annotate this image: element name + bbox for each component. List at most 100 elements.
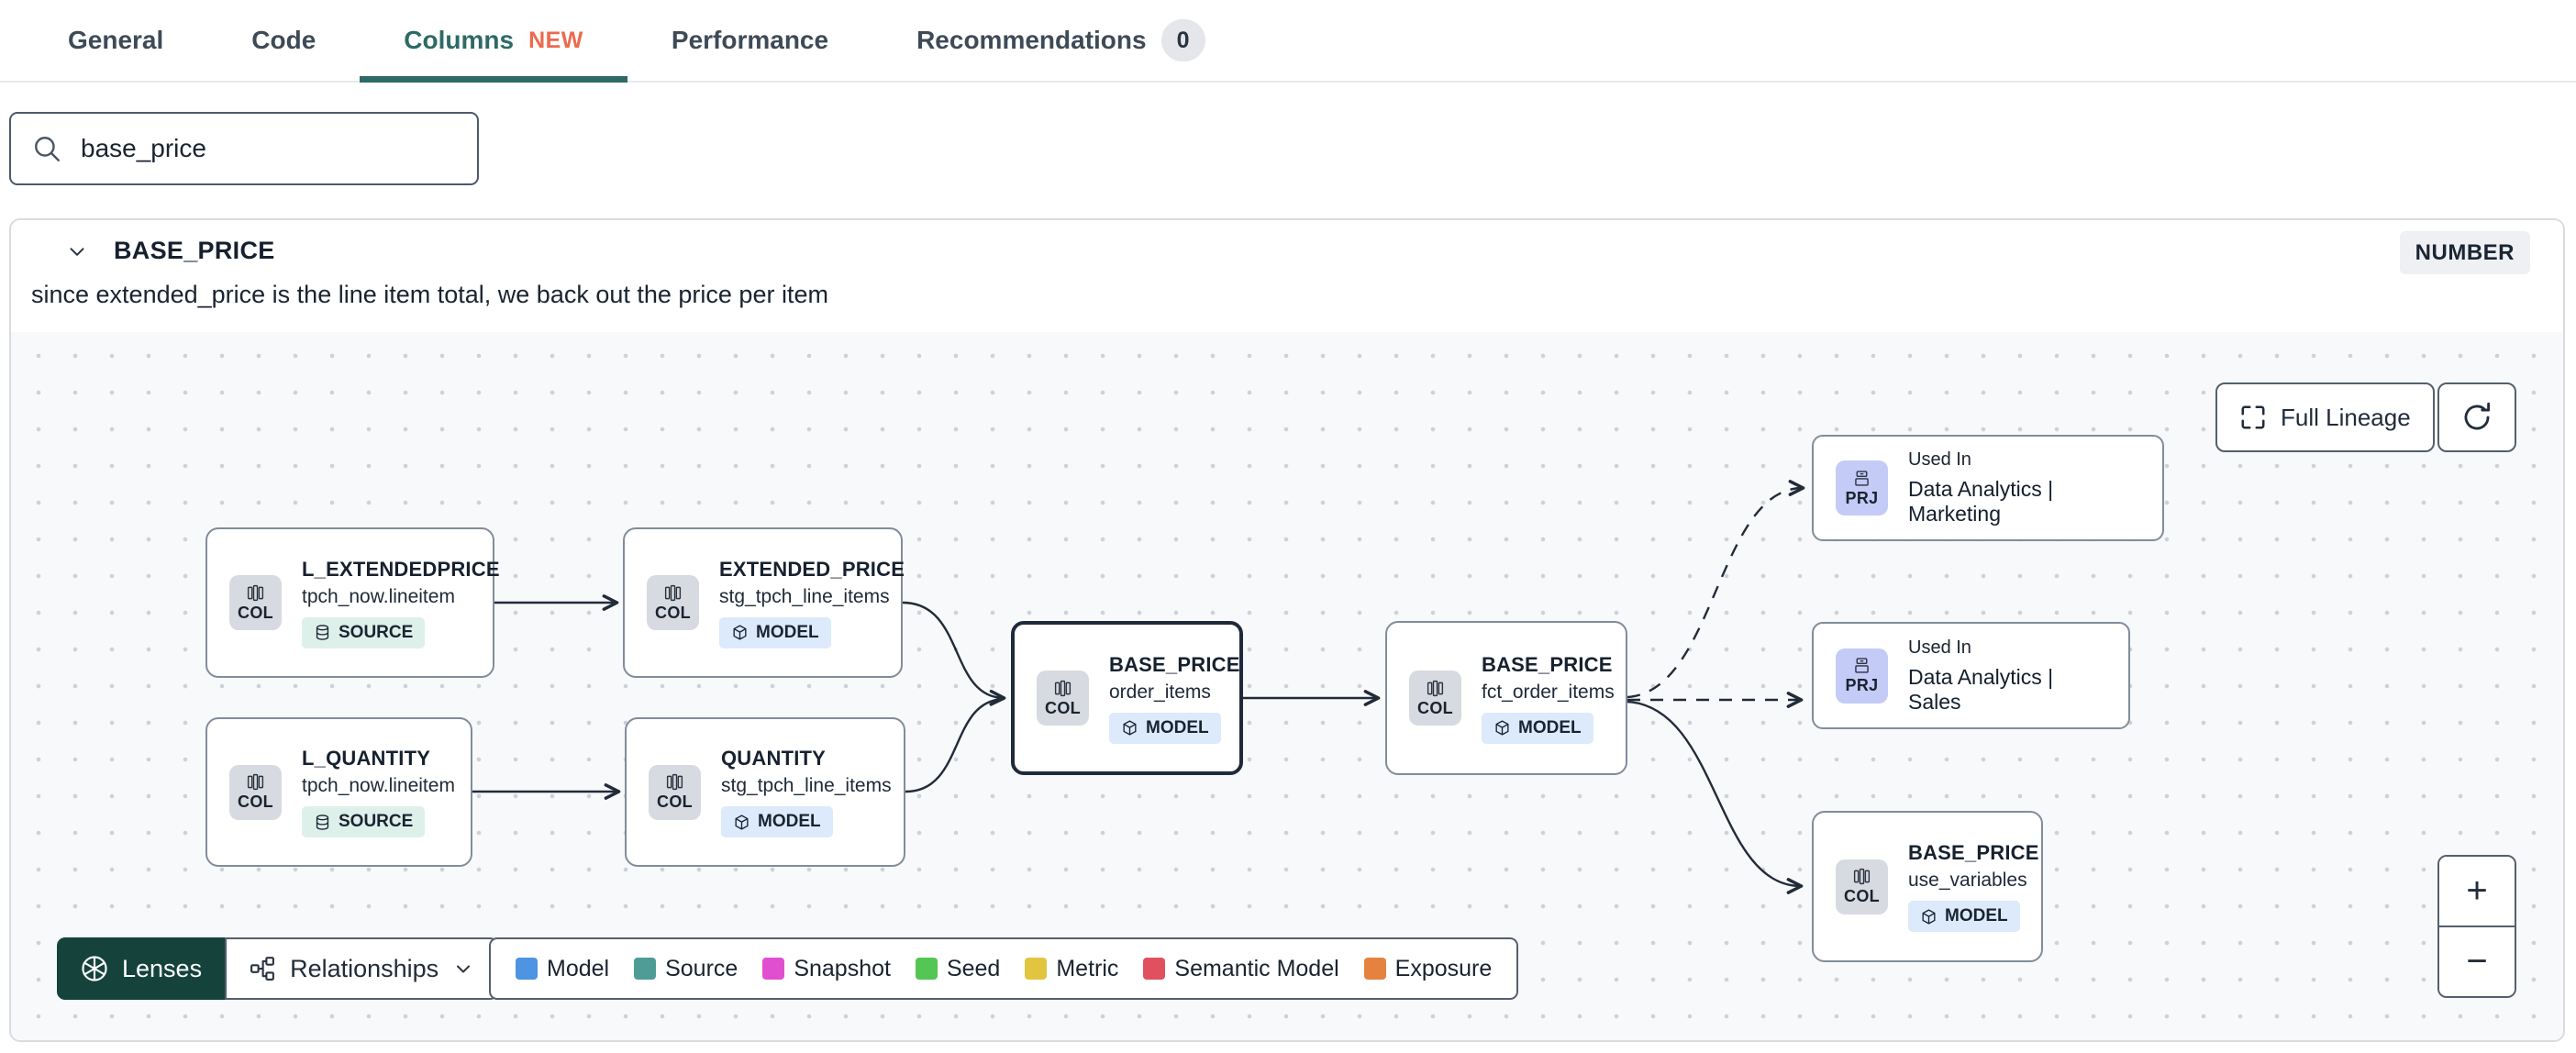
lineage-node-l-extendedprice[interactable]: COL L_EXTENDEDPRICE tpch_now.lineitem SO… [205, 527, 500, 678]
column-chip: COL [229, 764, 282, 820]
project-chip: PRJ [1836, 460, 1888, 515]
legend-item-model: Model [516, 956, 609, 982]
node-title: Data Analytics | Sales [1908, 664, 2054, 714]
search-input[interactable] [79, 133, 457, 164]
node-title: BASE_PRICE [1482, 652, 1613, 676]
column-lineage-page: { "tabs": { "general": "General", "code"… [0, 0, 2576, 1053]
tab-code[interactable]: Code [207, 0, 360, 81]
columns-icon [664, 584, 682, 601]
legend-swatch [1363, 958, 1386, 980]
chevron-down-icon [457, 965, 471, 973]
full-lineage-button[interactable]: Full Lineage [2215, 382, 2435, 452]
lenses-button[interactable]: Lenses [57, 937, 226, 1000]
column-chip: COL [647, 575, 699, 630]
new-badge: NEW [528, 27, 583, 53]
lineage-node-base-price-fct-order-items[interactable]: COL BASE_PRICE fct_order_items MODEL [1385, 621, 1627, 775]
tab-recommendations[interactable]: Recommendations 0 [872, 0, 1249, 81]
node-subtitle: fct_order_items [1482, 681, 1615, 703]
column-chip: COL [649, 764, 701, 820]
legend-swatch [1025, 958, 1048, 980]
model-badge: MODEL [1908, 901, 2020, 932]
column-chip: COL [1409, 671, 1461, 726]
legend-swatch [634, 958, 657, 980]
tab-performance[interactable]: Performance [627, 0, 872, 81]
model-badge: MODEL [719, 616, 831, 648]
node-title: Data Analytics | Marketing [1908, 477, 2054, 526]
source-badge: SOURCE [302, 806, 426, 837]
legend-item-metric: Metric [1025, 956, 1118, 982]
legend-item-source: Source [634, 956, 738, 982]
columns-icon [1054, 680, 1071, 696]
node-title: BASE_PRICE [1109, 652, 1240, 676]
legend-swatch [762, 958, 785, 980]
node-title: BASE_PRICE [1908, 841, 2039, 864]
lineage-node-quantity[interactable]: COL QUANTITY stg_tpch_line_items MODEL [625, 717, 905, 867]
zoom-out-button[interactable]: − [2439, 926, 2515, 996]
project-icon [1855, 470, 1869, 486]
lineage-node-used-in-sales[interactable]: PRJ Used In Data Analytics | Sales [1812, 622, 2130, 729]
recommendations-count-badge: 0 [1160, 19, 1205, 61]
legend-swatch [516, 958, 538, 980]
cube-icon [1495, 720, 1509, 736]
column-chip: COL [1037, 671, 1089, 726]
column-chip: COL [229, 575, 282, 630]
lineage-node-used-in-marketing[interactable]: PRJ Used In Data Analytics | Marketing [1812, 435, 2164, 541]
model-badge: MODEL [1482, 712, 1593, 744]
legend-swatch [1143, 958, 1166, 980]
legend-item-seed: Seed [915, 956, 1000, 982]
relationships-dropdown[interactable]: Relationships [225, 937, 499, 1000]
column-panel-header: BASE_PRICE NUMBER since extended_price i… [11, 220, 2563, 332]
node-subtitle: order_items [1109, 681, 1211, 703]
legend-item-snapshot: Snapshot [762, 956, 891, 982]
legend-item-exposure: Exposure [1363, 956, 1492, 982]
cube-icon [1123, 720, 1137, 736]
tab-bar: General Code Columns NEW Performance Rec… [0, 0, 2576, 83]
refresh-button[interactable] [2437, 382, 2516, 452]
lineage-canvas[interactable]: COL L_EXTENDEDPRICE tpch_now.lineitem SO… [11, 332, 2563, 1040]
chevron-down-icon [70, 248, 84, 256]
node-title: L_QUANTITY [302, 747, 431, 770]
refresh-icon [2464, 402, 2491, 430]
node-subtitle: tpch_now.lineitem [302, 775, 455, 796]
lineage-node-l-quantity[interactable]: COL L_QUANTITY tpch_now.lineitem SOURCE [205, 717, 472, 867]
tab-general[interactable]: General [24, 0, 207, 81]
source-badge: SOURCE [302, 616, 426, 648]
node-type-legend: Model Source Snapshot Seed Metric Semant… [489, 937, 1519, 1000]
cube-icon [733, 625, 747, 640]
lineage-edges [472, 480, 1805, 894]
model-badge: MODEL [1109, 712, 1221, 744]
collapse-toggle[interactable] [59, 233, 95, 270]
columns-icon [666, 773, 683, 791]
node-title: QUANTITY [721, 747, 827, 770]
column-panel: BASE_PRICE NUMBER since extended_price i… [9, 218, 2565, 1042]
node-subtitle: use_variables [1908, 870, 2027, 891]
search-icon [35, 137, 60, 161]
tab-columns[interactable]: Columns NEW [360, 0, 627, 83]
node-subtitle: tpch_now.lineitem [302, 585, 455, 607]
lineage-node-base-price-use-variables[interactable]: COL BASE_PRICE use_variables MODEL [1812, 811, 2043, 962]
legend-swatch [915, 958, 938, 980]
aperture-icon [82, 956, 107, 981]
column-search [9, 112, 479, 185]
zoom-in-button[interactable]: + [2439, 857, 2515, 926]
expand-icon [2241, 405, 2265, 429]
column-chip: COL [1836, 859, 1888, 914]
node-subtitle: stg_tpch_line_items [719, 585, 890, 607]
model-badge: MODEL [721, 806, 833, 837]
columns-icon [1853, 868, 1871, 885]
columns-icon [247, 584, 264, 601]
lineage-node-base-price-order-items[interactable]: COL BASE_PRICE order_items MODEL [1011, 621, 1243, 775]
zoom-control: + − [2437, 855, 2516, 998]
node-title: L_EXTENDEDPRICE [302, 557, 500, 581]
columns-icon [1427, 680, 1444, 696]
used-in-label: Used In [1908, 637, 1971, 658]
project-icon [1855, 658, 1869, 673]
columns-icon [247, 773, 264, 791]
cube-icon [1922, 908, 1936, 925]
project-chip: PRJ [1836, 648, 1888, 704]
used-in-label: Used In [1908, 449, 1971, 470]
lineage-node-extended-price[interactable]: COL EXTENDED_PRICE stg_tpch_line_items M… [623, 527, 905, 678]
column-description: since extended_price is the line item to… [31, 281, 828, 308]
cube-icon [735, 814, 749, 830]
node-subtitle: stg_tpch_line_items [721, 775, 892, 796]
